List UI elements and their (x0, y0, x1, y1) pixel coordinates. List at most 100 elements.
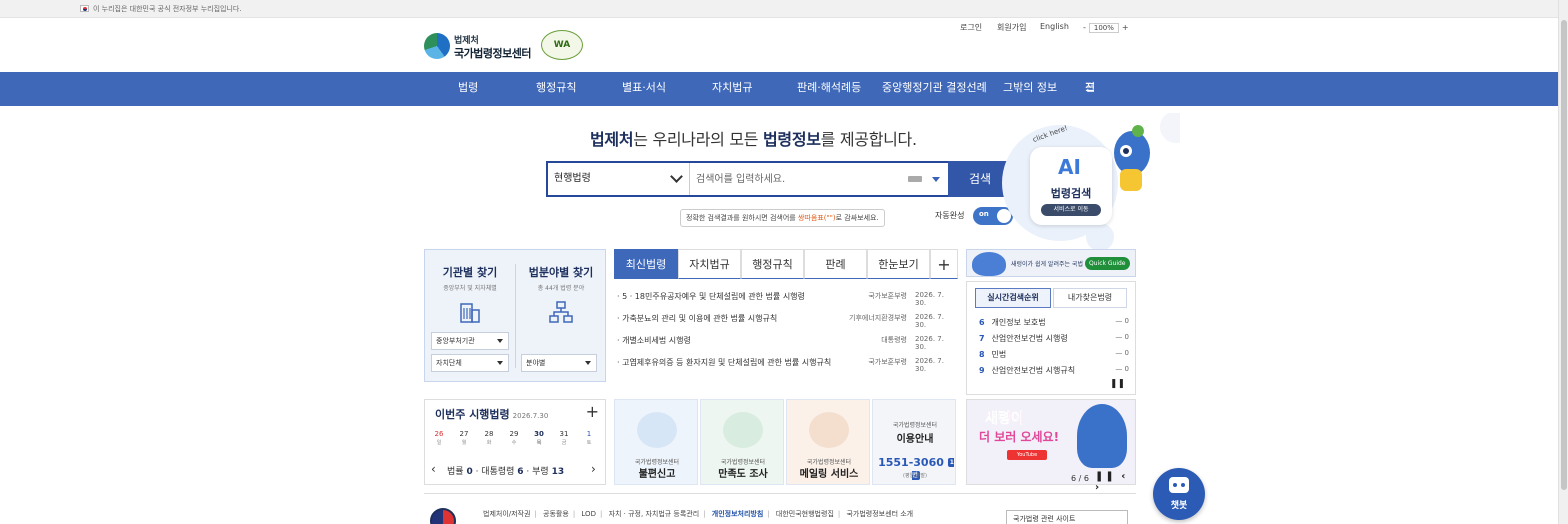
promo-banner[interactable]: 새령이 더 보러 오세요! YouTube 6 / 6 ❚❚ ‹ › (966, 399, 1136, 493)
nav-item-law[interactable]: 법령 (458, 72, 478, 106)
signup-link[interactable]: 회원가입 (997, 22, 1026, 33)
footer-link[interactable]: LOD (581, 510, 596, 518)
footer-link[interactable]: 대한민국현행법령집 (776, 510, 834, 518)
news-item[interactable]: · 고엽제후유의증 등 환자지원 및 단체설립에 관한 법률 시행규칙 국가보훈… (617, 357, 957, 373)
report-inconvenience-tile[interactable]: 국가법령정보센터 불편신고 (614, 399, 698, 485)
news-item[interactable]: · 5 · 18민주유공자예우 및 단체설립에 관한 법률 시행령 국가보훈부령… (617, 291, 957, 307)
virtual-keyboard-icon[interactable] (908, 176, 922, 182)
tab-overview[interactable]: 한눈보기 (867, 249, 930, 279)
chevron-right-icon[interactable]: › (591, 462, 596, 476)
nav-item-admin-rules[interactable]: 행정규칙 (536, 72, 576, 106)
ai-go-button[interactable]: 서비스로 이동 (1041, 204, 1101, 216)
quick-guide-banner[interactable]: 새렁이가 쉽게 알려주는 국법 Quick Guide (966, 249, 1136, 277)
ranking-row[interactable]: 9 산업안전보건법 시행규칙 — 0 (979, 365, 1129, 379)
all-menu-label: 전체메뉴 (1085, 81, 1096, 190)
gov-notice-text: 이 누리집은 대한민국 공식 전자정부 누리집입니다. (93, 5, 242, 13)
footer-divider (424, 493, 1136, 494)
pen-icon (637, 412, 677, 448)
tab-realtime-ranking[interactable]: 실시간검색순위 (975, 288, 1051, 308)
tip-text-pre: 정확한 검색결과를 원하시면 검색어를 (686, 214, 798, 222)
site-logo[interactable]: 법제처 국가법령정보센터 (424, 30, 544, 62)
pres-count-label: 대통령령 (481, 467, 515, 477)
usage-info-tile[interactable]: 국가법령정보센터 이용안내 1551-3060 1번 (평일/주말) (872, 399, 956, 485)
ranking-row[interactable]: 8 민법 — 0 (979, 349, 1129, 363)
rank-number: 8 (979, 350, 985, 359)
footer-link[interactable]: 법제처이/저작권 (483, 510, 530, 518)
calendar-day[interactable]: 29 수 (506, 430, 522, 446)
day-weekday: 일 (436, 440, 442, 446)
ai-search-card[interactable]: AI 법령검색 서비스로 이동 (1030, 147, 1112, 225)
day-weekday: 토 (586, 440, 592, 446)
satisfaction-survey-tile[interactable]: 국가법령정보센터 만족도 조사 (700, 399, 784, 485)
login-link[interactable]: 로그인 (960, 22, 982, 33)
nav-item-precedents[interactable]: 판례·해석례등 (797, 72, 861, 106)
local-gov-select[interactable]: 자치단체 (431, 354, 509, 372)
footer-link[interactable]: 국가법령정보센터 소개 (846, 510, 913, 518)
agency-finder-title: 기관별 찾기 (442, 266, 498, 279)
calendar-day[interactable]: 26 일 (431, 430, 447, 446)
related-site-select[interactable]: 국가법령 관련 사이트 (1006, 510, 1128, 524)
law-tabs: 최신법령 자치법규 행정규칙 판례 한눈보기 + (614, 249, 958, 279)
news-item[interactable]: · 가축분뇨의 관리 및 이용에 관한 법률 시행규칙 기후에너지환경부령 20… (617, 313, 957, 329)
banner-page-indicator: 6 / 6 (1071, 474, 1089, 483)
chatbot-button[interactable]: 챗봇 (1153, 468, 1205, 520)
min-count: 13 (551, 467, 565, 477)
tab-more-button[interactable]: + (930, 249, 958, 279)
rank-number: 6 (979, 318, 985, 327)
search-history-dropdown-icon[interactable] (932, 177, 940, 182)
field-select[interactable]: 분야별 (521, 354, 597, 372)
phone-number-text: 1551-3060 (878, 456, 944, 469)
finder-panel: 기관별 찾기 중앙부처 및 지자체별 법분야별 찾기 총 44개 법령 분야 중… (424, 249, 606, 382)
page-scrollbar[interactable] (1558, 0, 1568, 524)
calendar-day-today[interactable]: 30 목 (531, 430, 547, 446)
field-finder[interactable]: 법분야별 찾기 총 44개 법령 분야 (516, 264, 606, 328)
gov-seal-icon (430, 508, 456, 524)
footer-link-privacy[interactable]: 개인정보처리방침 (712, 510, 764, 518)
central-agency-select[interactable]: 중앙부처기관 (431, 332, 509, 350)
chevron-left-icon[interactable]: ‹ (431, 462, 436, 476)
calendar-day[interactable]: 28 화 (481, 430, 497, 446)
tab-my-laws[interactable]: 내가찾은법령 (1053, 288, 1127, 308)
rank-change: — 0 (1115, 349, 1129, 357)
scrollbar-thumb[interactable] (1561, 20, 1567, 490)
calendar-day[interactable]: 31 금 (556, 430, 572, 446)
search-ranking-panel: 실시간검색순위 내가찾은법령 6 개인정보 보호법 — 0 7 산업안전보건법 시… (966, 281, 1136, 395)
english-link[interactable]: English (1040, 22, 1069, 31)
banner-controls[interactable]: ❚❚ ‹ › (1095, 471, 1135, 493)
day-number: 28 (484, 430, 494, 438)
nav-item-decisions[interactable]: 중앙행정기관 결정선례 (882, 72, 987, 106)
calendar-day[interactable]: 1토 (581, 430, 597, 446)
day-number: 27 (459, 430, 469, 438)
agency-finder[interactable]: 기관별 찾기 중앙부처 및 지자체별 (425, 264, 515, 328)
nav-item-other-info[interactable]: 그밖의 정보 (1003, 72, 1057, 106)
mail-icon (809, 412, 849, 448)
zoom-in-button[interactable]: + (1122, 23, 1129, 32)
tab-local-laws[interactable]: 자치법규 (678, 249, 741, 279)
search-scope-select[interactable]: 현행법령 (548, 163, 690, 195)
news-item[interactable]: · 개별소비세법 시행령 대통령령 2026. 7. 30. (617, 335, 957, 351)
this-week-title: 이번주 시행법령 2026.7.30 (435, 406, 548, 422)
zoom-out-button[interactable]: - (1083, 23, 1086, 32)
day-weekday: 금 (561, 440, 567, 446)
tab-latest-laws[interactable]: 최신법령 (614, 249, 678, 279)
ranking-row[interactable]: 6 개인정보 보호법 — 0 (979, 317, 1129, 331)
nav-item-local-laws[interactable]: 자치법규 (712, 72, 752, 106)
day-weekday: 월 (461, 440, 467, 446)
day-number: 26 (434, 430, 444, 438)
this-week-more-button[interactable]: + (586, 402, 599, 421)
agency-finder-sub: 중앙부처 및 지자체별 (443, 285, 497, 292)
news-org: 기후에너지환경부령 (849, 314, 907, 322)
footer-link[interactable]: 자치 · 규정, 자치법규 등록관리 (609, 510, 700, 518)
search-input[interactable] (696, 167, 936, 191)
footer-link[interactable]: 공동활용 (543, 510, 569, 518)
pause-icon[interactable]: ❚❚ (1110, 379, 1125, 389)
tab-precedents[interactable]: 판례 (804, 249, 867, 279)
mailing-service-tile[interactable]: 국가법령정보센터 메일링 서비스 (786, 399, 870, 485)
calendar-day[interactable]: 27 월 (456, 430, 472, 446)
nav-item-forms[interactable]: 별표·서식 (622, 72, 666, 106)
tip-text-em: 쌍따옴표("") (797, 214, 836, 222)
mascot-icon (972, 252, 1006, 276)
tab-admin-rules[interactable]: 행정규칙 (741, 249, 804, 279)
quick-guide-badge: Quick Guide (1085, 257, 1130, 270)
ranking-row[interactable]: 7 산업안전보건법 시행령 — 0 (979, 333, 1129, 347)
